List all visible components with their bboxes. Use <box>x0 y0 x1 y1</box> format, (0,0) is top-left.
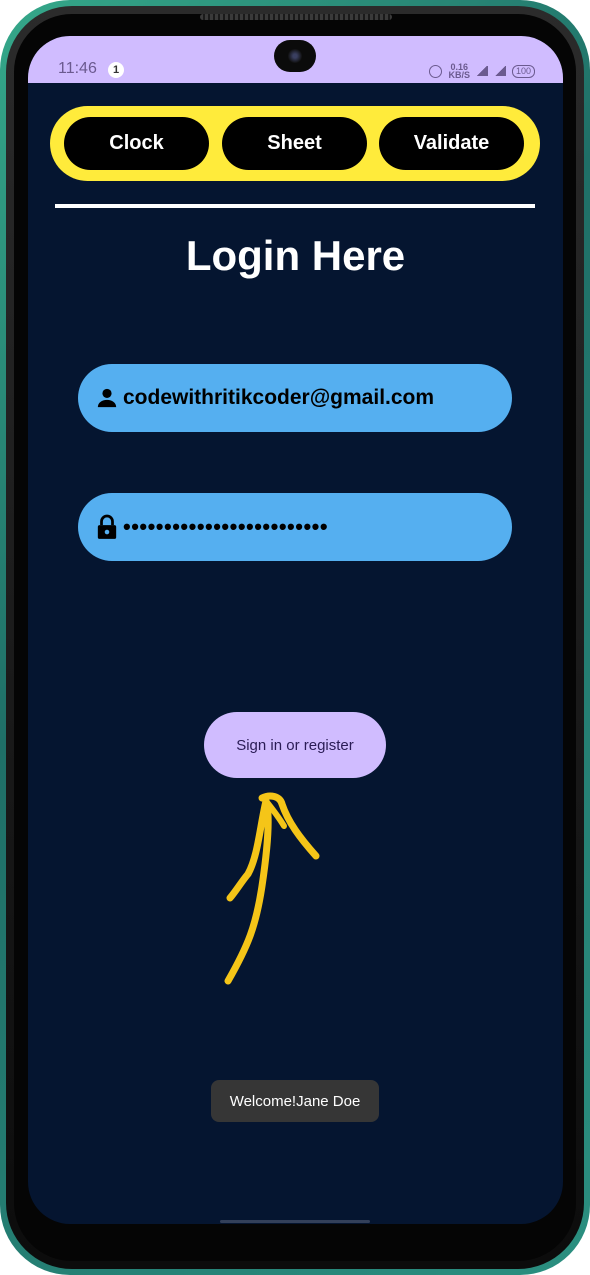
alarm-icon <box>429 64 443 78</box>
sign-in-button[interactable]: Sign in or register <box>204 712 386 778</box>
app-screen: 11:46 1 0.16 KB/S 100 Clock Sheet Valida… <box>28 36 563 1224</box>
signal-icon-2 <box>493 66 506 76</box>
home-indicator[interactable] <box>220 1220 370 1223</box>
page-title: Login Here <box>185 232 406 279</box>
battery-icon: 100 <box>511 64 535 78</box>
divider <box>55 204 535 208</box>
status-icons: 0.16 KB/S 100 <box>429 63 535 80</box>
sheet-button[interactable]: Sheet <box>222 117 367 170</box>
status-bar: 11:46 1 0.16 KB/S 100 <box>28 36 563 83</box>
clock-button[interactable]: Clock <box>64 117 209 170</box>
hand-drawn-arrow-icon <box>224 792 320 985</box>
email-value: codewithritikcoder@gmail.com <box>123 386 435 409</box>
lock-icon <box>95 514 119 539</box>
notification-badge: 1 <box>108 62 124 78</box>
email-field[interactable]: codewithritikcoder@gmail.com <box>78 364 512 432</box>
network-speed-unit: KB/S <box>448 70 470 80</box>
toast-message: Welcome!Jane Doe <box>211 1080 379 1122</box>
status-time: 11:46 <box>58 60 97 77</box>
network-speed: 0.16 KB/S <box>448 63 470 80</box>
validate-button[interactable]: Validate <box>379 117 524 170</box>
front-camera <box>274 40 316 72</box>
signal-icon <box>475 66 488 76</box>
password-field[interactable]: ••••••••••••••••••••••••• <box>78 493 512 561</box>
password-value: ••••••••••••••••••••••••• <box>123 514 329 539</box>
speaker-grille <box>200 14 392 20</box>
person-icon <box>95 386 119 410</box>
segmented-button-group: Clock Sheet Validate <box>50 106 540 181</box>
